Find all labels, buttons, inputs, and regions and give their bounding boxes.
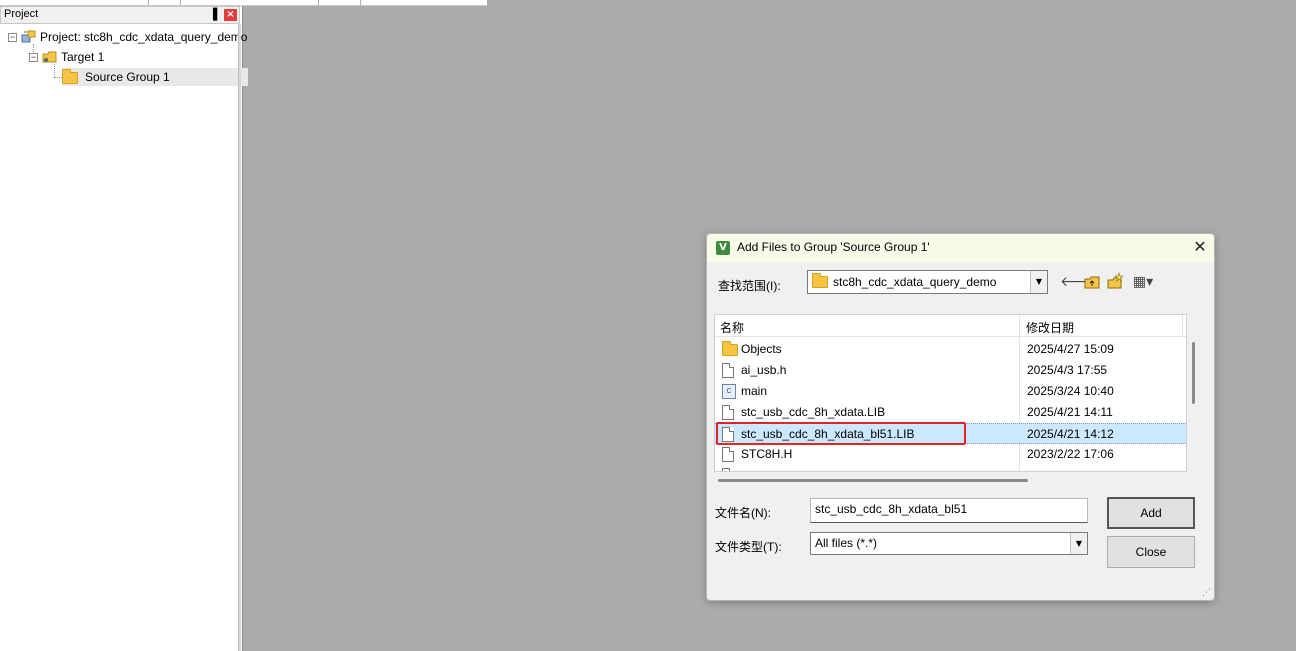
file-icon [722, 405, 734, 420]
dialog-title: Add Files to Group 'Source Group 1' [737, 240, 930, 254]
tree-item-source-group[interactable]: Source Group 1 [62, 68, 248, 86]
file-type-label: 文件类型(T): [715, 540, 782, 554]
file-row[interactable]: stc_usb_cdc_8h_xdata.LIB 2025/4/21 14:11 [715, 402, 1186, 423]
column-divider[interactable] [1182, 315, 1183, 337]
target-folder-icon [42, 51, 57, 63]
add-button[interactable]: Add [1107, 497, 1195, 529]
file-type-value: All files (*.*) [815, 536, 878, 550]
tree-label: Source Group 1 [85, 70, 170, 84]
file-row[interactable]: Objects 2025/4/27 15:09 [715, 339, 1186, 360]
file-date: 2023/2/22 17:06 [1027, 447, 1114, 461]
file-name-label: 文件名(N): [715, 506, 771, 520]
pin-icon[interactable]: ▐ [207, 8, 219, 22]
sort-up-icon: ^ [863, 314, 871, 322]
close-icon[interactable]: ✕ [1189, 237, 1211, 257]
file-row[interactable]: ai_usb.h 2025/4/3 17:55 [715, 360, 1186, 381]
file-icon [722, 447, 734, 462]
project-panel-header: Project ▐ × [0, 6, 240, 24]
file-date: 2025/3/24 10:40 [1027, 384, 1114, 398]
file-date: 2025/4/21 14:11 [1027, 405, 1113, 419]
view-menu-icon[interactable]: ▦▾ [1129, 272, 1157, 292]
column-header-name[interactable]: 名称 [720, 319, 744, 336]
close-icon[interactable]: × [224, 9, 237, 21]
tree-item-project[interactable]: − Project: stc8h_cdc_xdata_query_demo [8, 28, 250, 46]
up-folder-icon[interactable] [1082, 272, 1102, 292]
folder-icon [722, 341, 738, 356]
file-type-dropdown[interactable]: All files (*.*) ▼ [810, 532, 1088, 555]
close-button[interactable]: Close [1107, 536, 1195, 568]
file-date: 2025/4/3 17:55 [1027, 363, 1108, 377]
dialog-titlebar[interactable]: V Add Files to Group 'Source Group 1' ✕ [707, 234, 1214, 262]
toolbar-separator [180, 0, 181, 5]
file-name-input[interactable]: stc_usb_cdc_8h_xdata_bl51 [810, 498, 1088, 523]
annotation-highlight-box [716, 422, 966, 445]
file-name: STC8H.H [741, 447, 793, 461]
new-folder-icon[interactable] [1105, 272, 1125, 292]
toolbar-separator [360, 0, 361, 5]
add-files-dialog: V Add Files to Group 'Source Group 1' ✕ … [706, 233, 1215, 601]
look-in-value: stc8h_cdc_xdata_query_demo [833, 275, 997, 289]
folder-icon [812, 273, 828, 288]
file-name: main [741, 384, 768, 398]
file-name: stc_usb_cdc_8h_xdata.LIB [741, 405, 886, 419]
file-date: 2025/4/27 15:09 [1027, 342, 1114, 356]
vertical-scrollbar[interactable] [1192, 342, 1195, 404]
file-row-partial[interactable] [715, 465, 1186, 471]
project-panel: Project ▐ × − Project: stc8h_cdc_xdata_q… [0, 6, 248, 651]
toolbar-separator [148, 0, 149, 5]
chevron-down-icon[interactable]: ▼ [1030, 271, 1047, 293]
file-icon [722, 468, 734, 471]
back-icon[interactable]: 🡐 [1060, 272, 1098, 292]
project-icon [21, 30, 36, 43]
chevron-down-icon[interactable]: ▼ [1070, 533, 1087, 554]
c-source-icon: C [722, 384, 736, 399]
file-list-header: 名称 ^ 修改日期 [715, 314, 1186, 337]
file-name: Objects [741, 342, 782, 356]
project-panel-title: Project [4, 8, 39, 20]
file-date: 2025/4/21 14:12 [1027, 427, 1114, 441]
look-in-label: 查找范围(I): [718, 279, 781, 293]
keil-app-icon: V [716, 241, 730, 255]
column-header-date[interactable]: 修改日期 [1026, 319, 1074, 336]
resize-grip-icon[interactable]: ⋰ [1202, 588, 1212, 598]
file-row[interactable]: C main 2025/3/24 10:40 [715, 381, 1186, 402]
tree-label: Project: stc8h_cdc_xdata_query_demo [40, 30, 248, 44]
file-icon [722, 363, 734, 378]
tree-label: Target 1 [61, 50, 105, 64]
tree-item-target[interactable]: − Target 1 [29, 48, 107, 66]
tree-connector [54, 77, 62, 78]
folder-icon [62, 69, 78, 84]
file-name: ai_usb.h [741, 363, 787, 377]
look-in-dropdown[interactable]: stc8h_cdc_xdata_query_demo ▼ [807, 270, 1048, 294]
toolbar-separator [318, 0, 319, 5]
collapse-icon[interactable]: − [8, 32, 17, 42]
file-row[interactable]: STC8H.H 2023/2/22 17:06 [715, 444, 1186, 465]
panel-splitter[interactable] [238, 24, 241, 651]
collapse-icon[interactable]: − [29, 52, 38, 62]
file-list[interactable]: 名称 ^ 修改日期 Objects 2025/4/27 15:09 ai_usb… [714, 314, 1187, 472]
horizontal-scrollbar[interactable] [718, 479, 1028, 482]
